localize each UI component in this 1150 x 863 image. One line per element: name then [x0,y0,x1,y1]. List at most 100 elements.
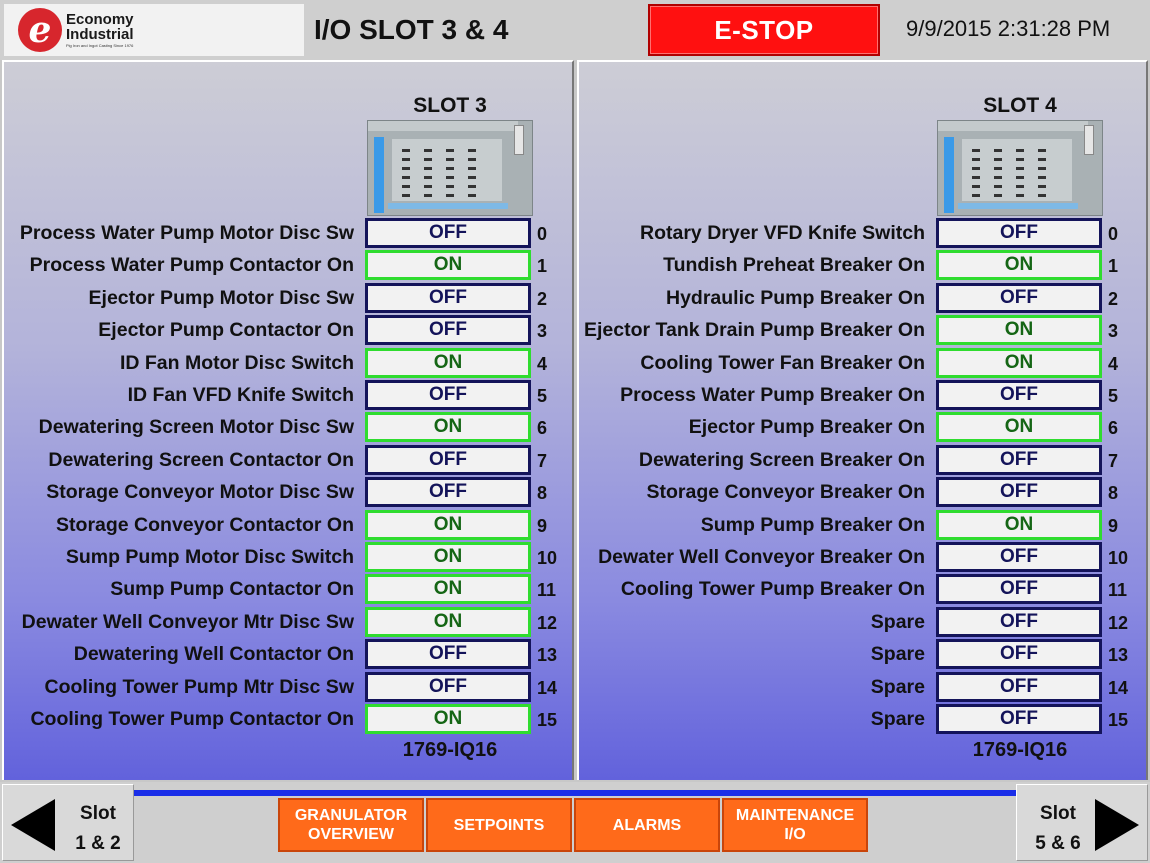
io-label: Sump Pump Motor Disc Switch [65,546,354,568]
io-status-indicator: ON [365,412,531,443]
io-status-indicator: OFF [365,444,531,475]
io-label: Spare [870,675,925,698]
io-label: Ejector Pump Breaker On [688,416,925,439]
io-channel-number: 3 [1108,321,1119,342]
io-channel-number: 0 [537,224,548,244]
io-channel-number: 11 [537,580,557,601]
io-row: Spare OFF 14 [579,671,1149,704]
io-label: Hydraulic Pump Breaker On [665,286,925,309]
io-row: Spare OFF 15 [579,704,1149,736]
io-label: Process Water Pump Motor Disc Sw [19,222,354,244]
io-row: Cooling Tower Pump Breaker On OFF 11 [579,574,1149,606]
logo-line1: Economy [66,11,134,28]
io-channel-number: 10 [537,548,558,568]
io-row: Dewatering Screen Breaker On OFF 7 [579,444,1149,477]
prev-slot-button[interactable]: Slot 1 & 2 [2,784,134,861]
page-title: I/O SLOT 3 & 4 [314,14,509,45]
module-image [367,120,533,216]
next-slot-button[interactable]: Slot 5 & 6 [1016,784,1148,861]
io-status-indicator: OFF [365,282,531,313]
io-channel-number: 11 [1108,580,1128,601]
io-label: ID Fan Motor Disc Switch [119,351,354,374]
io-channel-number: 12 [537,612,558,633]
io-status-indicator: ON [365,509,531,540]
io-label: Dewatering Screen Motor Disc Sw [38,416,354,439]
io-status-indicator: ON [936,347,1102,378]
io-status-indicator: ON [365,606,531,637]
io-row: Ejector Pump Motor Disc Sw OFF 2 [4,282,574,315]
next-slot-label: Slot [1040,803,1076,824]
io-status-indicator: ON [365,704,531,734]
io-label: Dewatering Screen Breaker On [638,448,925,471]
io-channel-number: 9 [1108,515,1119,536]
estop-button[interactable]: E-STOP [648,4,880,56]
io-row: Spare OFF 12 [579,606,1149,639]
io-label: Spare [870,643,925,666]
io-row: Cooling Tower Fan Breaker On ON 4 [579,347,1149,380]
io-channel-number: 5 [1108,386,1119,406]
io-channel-number: 0 [1108,224,1119,244]
io-label: Dewater Well Conveyor Mtr Disc Sw [21,610,354,633]
io-status-indicator: OFF [936,704,1102,734]
io-row: Process Water Pump Breaker On OFF 5 [579,380,1149,412]
io-status-indicator: OFF [365,380,531,410]
io-channel-number: 9 [537,515,548,536]
io-channel-number: 4 [537,353,548,374]
io-channel-number: 5 [537,386,548,406]
io-row: Tundish Preheat Breaker On ON 1 [579,250,1149,282]
io-label: Dewatering Screen Contactor On [48,448,354,471]
io-row: Sump Pump Motor Disc Switch ON 10 [4,542,574,574]
io-label: Dewatering Well Contactor On [73,643,354,666]
io-status-indicator: ON [936,250,1102,281]
io-channel-number: 8 [1108,483,1119,504]
io-status-indicator: ON [936,509,1102,540]
io-status-indicator: OFF [936,574,1102,605]
io-status-indicator: OFF [936,639,1102,670]
slot4-panel: SLOT 4 Rotary Dryer VFD Knife Switch OFF 0… [577,60,1148,780]
io-channel-number: 6 [1108,418,1119,439]
io-row: Spare OFF 13 [579,639,1149,671]
io-status-indicator: OFF [936,218,1102,248]
setpoints-button[interactable]: SETPOINTS [426,798,572,852]
io-row: Sump Pump Breaker On ON 9 [579,509,1149,542]
module-image [937,120,1103,216]
io-status-indicator: OFF [936,542,1102,572]
io-channel-number: 7 [537,450,548,471]
io-channel-number: 15 [537,710,558,730]
estop-label: E-STOP [714,14,814,45]
io-row: Dewatering Screen Motor Disc Sw ON 6 [4,412,574,444]
io-label: Sump Pump Contactor On [110,578,354,601]
io-row: Dewater Well Conveyor Breaker On OFF 10 [579,542,1149,574]
slot3-panel: SLOT 3 Process Water Pump Motor Disc Sw O… [2,60,574,780]
logo-line2: Industrial [66,26,134,43]
logo-mark: e [18,8,62,52]
io-label: Dewater Well Conveyor Breaker On [598,546,925,568]
io-label: Cooling Tower Fan Breaker On [640,351,925,374]
io-label: Cooling Tower Pump Contactor On [30,708,354,730]
io-status-indicator: OFF [936,477,1102,508]
io-row: Storage Conveyor Breaker On OFF 8 [579,477,1149,509]
granulator-overview-button[interactable]: GRANULATOR OVERVIEW [278,798,424,852]
io-channel-number: 2 [1108,288,1119,309]
io-row: Ejector Pump Breaker On ON 6 [579,412,1149,444]
io-row: ID Fan VFD Knife Switch OFF 5 [4,380,574,412]
io-label: Ejector Pump Motor Disc Sw [88,286,354,309]
io-status-indicator: OFF [365,671,531,702]
io-status-indicator: ON [365,347,531,378]
io-channel-number: 13 [1108,645,1129,666]
io-label: Ejector Pump Contactor On [98,319,354,342]
date-time: 9/9/2015 2:31:28 PM [906,16,1111,41]
io-label: Spare [870,610,925,633]
alarms-button[interactable]: ALARMS [574,798,720,852]
io-channel-number: 4 [1108,353,1119,374]
io-label: Storage Conveyor Contactor On [56,513,354,536]
io-channel-number: 14 [1108,677,1129,698]
io-row: Storage Conveyor Motor Disc Sw OFF 8 [4,477,574,509]
io-channel-number: 1 [537,256,548,277]
io-label: Rotary Dryer VFD Knife Switch [640,222,925,244]
io-label: Tundish Preheat Breaker On [663,254,925,277]
io-status-indicator: OFF [365,639,531,670]
io-channel-number: 3 [537,321,548,342]
io-channel-number: 1 [1108,256,1119,277]
maintenance-io-button[interactable]: MAINTENANCE I/O [722,798,868,852]
